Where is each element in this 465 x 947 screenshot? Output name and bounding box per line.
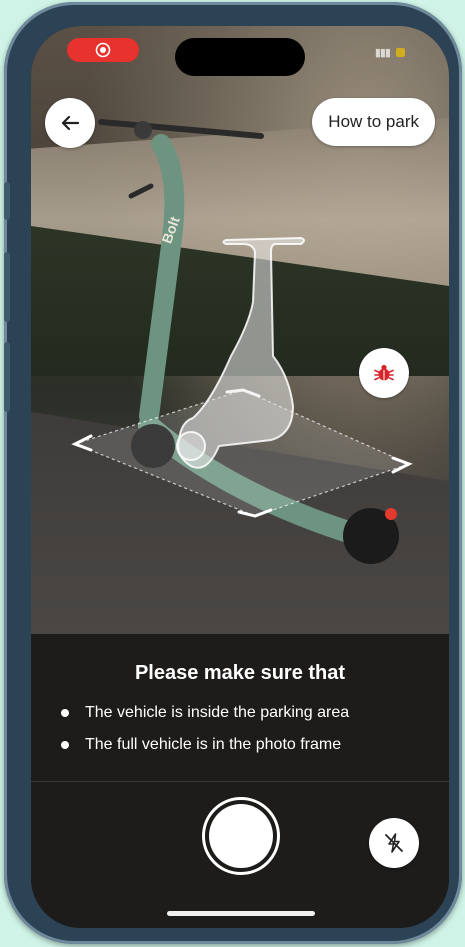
bullet-dot [61, 709, 69, 717]
home-indicator [167, 911, 315, 916]
instruction-text: The vehicle is inside the parking area [85, 704, 350, 721]
how-to-park-label: How to park [328, 112, 419, 131]
instruction-panel: Please make sure that The vehicle is ins… [31, 634, 449, 928]
instructions-list: The vehicle is inside the parking area T… [61, 704, 349, 768]
camera-viewfinder: Bolt ▮▮▮ How to park [31, 26, 449, 634]
flash-off-icon [385, 833, 403, 853]
bullet-dot [61, 741, 69, 749]
shutter-button[interactable] [202, 797, 280, 875]
record-icon [95, 42, 111, 58]
screen: Bolt ▮▮▮ How to park Please make sure th… [31, 26, 449, 928]
volume-up-button [4, 252, 10, 322]
instructions-title: Please make sure that [134, 662, 346, 684]
phone-frame: Bolt ▮▮▮ How to park Please make sure th… [4, 2, 462, 944]
divider [31, 781, 449, 782]
shutter-button-icon [209, 804, 273, 868]
volume-down-button [4, 342, 10, 412]
arrow-left-icon [61, 115, 80, 131]
debug-button[interactable] [359, 348, 409, 398]
dynamic-island [175, 38, 305, 76]
list-item: The vehicle is inside the parking area [61, 704, 349, 722]
battery-icon [396, 48, 405, 57]
instruction-text: The full vehicle is in the photo frame [85, 736, 342, 753]
status-bar-right: ▮▮▮ [375, 46, 405, 59]
bug-icon [374, 364, 394, 381]
how-to-park-button[interactable]: How to park [312, 98, 435, 146]
flash-toggle-button[interactable] [369, 818, 419, 868]
list-item: The full vehicle is in the photo frame [61, 736, 349, 754]
screen-recording-indicator [67, 38, 139, 62]
back-button[interactable] [45, 98, 95, 148]
signal-icon: ▮▮▮ [374, 47, 391, 59]
mute-switch [4, 182, 10, 220]
